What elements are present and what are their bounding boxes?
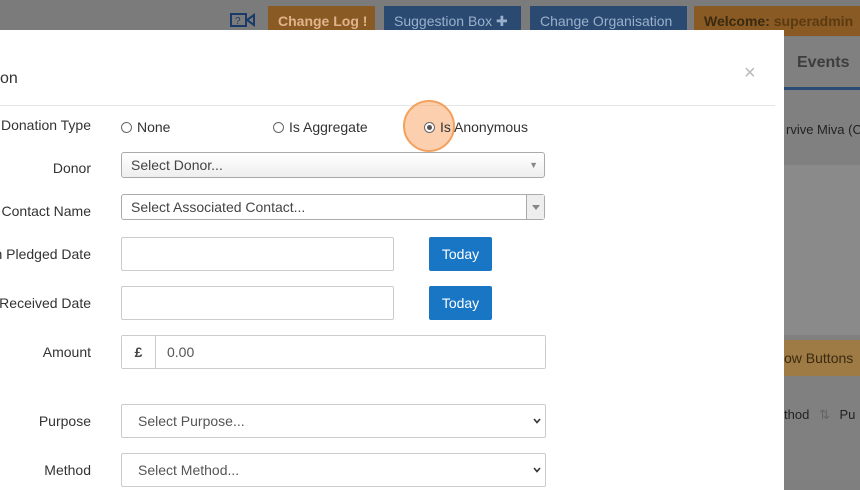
pledged-today-button[interactable]: Today [429,237,492,271]
background-box [784,165,860,335]
welcome-user: superadmin [773,13,854,29]
method-select[interactable]: Select Method... [121,453,546,487]
modal-divider [0,105,775,106]
method-select-value: Select Method... [138,462,240,478]
amount-input[interactable]: 0.00 [167,336,194,368]
chevron-down-icon [533,467,541,473]
radio-is-aggregate-label: Is Aggregate [289,119,368,135]
chevron-down-icon [533,418,541,424]
sort-icon[interactable]: ⇅ [819,407,830,422]
contact-select[interactable]: Select Associated Contact... [121,194,545,220]
welcome-prefix: Welcome: [704,13,770,29]
background-row-text: rvive Miva (C [784,110,860,150]
currency-addon: £ [122,336,156,368]
contact-select-value: Select Associated Contact... [131,199,306,215]
radio-is-anonymous[interactable]: Is Anonymous [424,119,528,135]
close-icon[interactable]: × [744,63,756,83]
video-help-icon[interactable]: ? [230,12,256,28]
donor-select[interactable]: Select Donor... ▼ [121,152,545,178]
donation-type-label: Donation Type [0,117,91,133]
method-label: Method [44,462,91,478]
pledged-date-input[interactable] [121,237,394,271]
contact-name-label: Contact Name [1,203,91,219]
modal-title: on [0,70,18,87]
donor-label: Donor [52,160,91,176]
purpose-label: Purpose [38,413,91,429]
radio-is-anonymous-circle[interactable] [424,121,435,133]
column-next[interactable]: Pu [839,407,855,422]
donor-select-value: Select Donor... [131,157,223,173]
received-today-button[interactable]: Today [429,286,492,320]
radio-none-circle[interactable] [121,121,132,133]
tab-events[interactable]: Events [784,50,860,90]
table-header: thod ⇅ Pu [784,400,860,430]
received-date-input[interactable] [121,286,394,320]
received-date-label: Received Date [0,295,91,311]
show-buttons-button[interactable]: ow Buttons [784,340,860,376]
dropdown-arrow-icon[interactable] [526,195,544,219]
dropdown-arrow-icon: ▼ [529,160,538,170]
radio-is-aggregate-circle[interactable] [273,121,284,133]
svg-text:?: ? [235,16,241,27]
pledged-date-label: n Pledged Date [0,246,91,262]
purpose-select-value: Select Purpose... [138,413,245,429]
radio-is-aggregate[interactable]: Is Aggregate [273,119,368,135]
purpose-select[interactable]: Select Purpose... [121,404,546,438]
donation-modal: on × Donation Type None Is Aggregate Is … [0,30,784,490]
radio-none-label: None [137,119,171,135]
radio-none[interactable]: None [121,119,170,135]
column-method[interactable]: thod [784,407,809,422]
amount-input-group[interactable]: £ 0.00 [121,335,546,369]
amount-label: Amount [42,344,91,360]
radio-is-anonymous-label: Is Anonymous [440,119,528,135]
